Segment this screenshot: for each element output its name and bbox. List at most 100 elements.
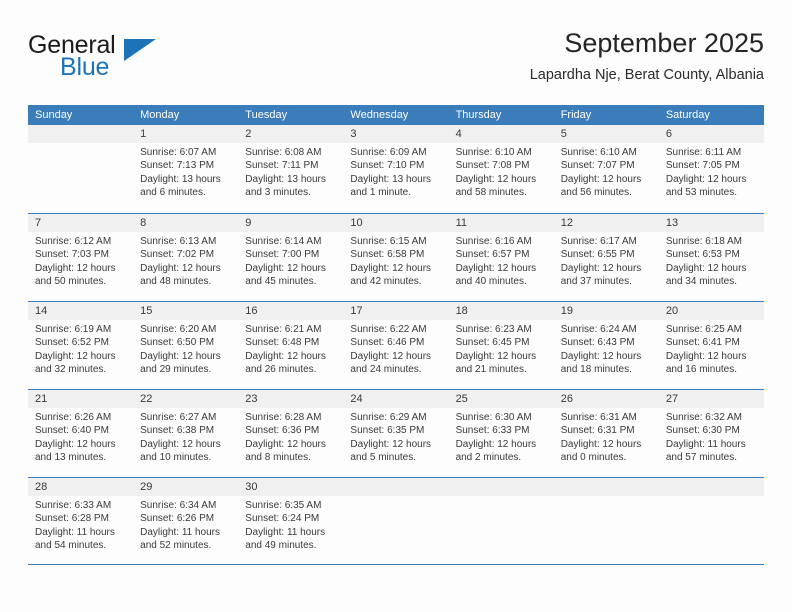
day-number: 5 xyxy=(553,125,659,143)
day-detail-line: Sunrise: 6:26 AM xyxy=(35,412,112,423)
general-blue-logo[interactable]: General Blue xyxy=(28,32,248,90)
day-details: Sunrise: 6:20 AM Sunset: 6:50 PM Daylight:… xyxy=(133,320,238,377)
day-details: Sunrise: 6:33 AM Sunset: 6:28 PM Daylight:… xyxy=(28,496,133,553)
day-detail-line: Sunset: 7:05 PM xyxy=(665,160,740,172)
weekday-header-friday: Friday xyxy=(560,109,592,121)
day-number: 27 xyxy=(658,390,764,408)
weekday-header-tuesday: Tuesday xyxy=(245,109,288,121)
calendar-day-cell-17[interactable]: 17 Sunrise: 6:22 AM Sunset: 6:46 PM Dayligh… xyxy=(343,302,449,389)
day-detail-line: Sunrise: 6:30 AM xyxy=(455,412,532,423)
calendar-day-cell-5[interactable]: 5 Sunrise: 6:10 AM Sunset: 7:07 PM Daylight… xyxy=(553,125,659,213)
day-details: Sunrise: 6:26 AM Sunset: 6:40 PM Daylight:… xyxy=(28,408,133,465)
day-detail-line: Sunrise: 6:32 AM xyxy=(665,412,742,423)
day-detail-line: Sunset: 6:28 PM xyxy=(35,513,109,525)
calendar-day-cell-22[interactable]: 22 Sunrise: 6:27 AM Sunset: 6:38 PM Dayligh… xyxy=(133,390,239,477)
day-number: 21 xyxy=(28,390,134,408)
day-detail-line: Sunset: 6:57 PM xyxy=(455,249,530,261)
day-detail-line: Sunrise: 6:27 AM xyxy=(140,412,217,423)
calendar-day-cell-20[interactable]: 20 Sunrise: 6:25 AM Sunset: 6:41 PM Dayligh… xyxy=(658,302,764,389)
calendar-day-cell-2[interactable]: 2 Sunrise: 6:08 AM Sunset: 7:11 PM Daylight… xyxy=(238,125,344,213)
day-detail-line: Sunset: 7:13 PM xyxy=(140,160,215,172)
day-number: 1 xyxy=(133,125,239,143)
day-number: 7 xyxy=(28,214,134,232)
calendar-day-cell-8[interactable]: 8 Sunrise: 6:13 AM Sunset: 7:02 PM Daylight… xyxy=(133,214,239,301)
calendar-day-cell-14[interactable]: 14 Sunrise: 6:19 AM Sunset: 6:52 PM Dayligh… xyxy=(28,302,134,389)
day-detail-line: Sunset: 7:10 PM xyxy=(350,160,425,172)
calendar-day-cell-6[interactable]: 6 Sunrise: 6:11 AM Sunset: 7:05 PM Daylight… xyxy=(658,125,764,213)
calendar-day-cell-4[interactable]: 4 Sunrise: 6:10 AM Sunset: 7:08 PM Daylight… xyxy=(448,125,554,213)
day-detail-line: Sunrise: 6:29 AM xyxy=(350,412,427,423)
calendar-day-cell-18[interactable]: 18 Sunrise: 6:23 AM Sunset: 6:45 PM Dayligh… xyxy=(448,302,554,389)
day-detail-line: Sunset: 6:55 PM xyxy=(560,249,635,261)
day-detail-line: Sunset: 6:35 PM xyxy=(350,425,425,437)
day-detail-line: Daylight: 12 hours xyxy=(35,438,116,450)
day-detail-line: Daylight: 12 hours xyxy=(350,438,432,450)
day-number xyxy=(448,478,554,496)
calendar-day-cell-16[interactable]: 16 Sunrise: 6:21 AM Sunset: 6:48 PM Dayligh… xyxy=(238,302,344,389)
calendar-day-cell-25[interactable]: 25 Sunrise: 6:30 AM Sunset: 6:33 PM Dayligh… xyxy=(448,390,554,477)
day-details: Sunrise: 6:32 AM Sunset: 6:30 PM Daylight:… xyxy=(659,408,764,465)
day-detail-line: Sunset: 6:30 PM xyxy=(665,425,740,437)
calendar-day-cell-26[interactable]: 26 Sunrise: 6:31 AM Sunset: 6:31 PM Dayligh… xyxy=(553,390,659,477)
day-details: Sunrise: 6:08 AM Sunset: 7:11 PM Daylight:… xyxy=(238,143,343,200)
day-number: 20 xyxy=(658,302,764,320)
day-details: Sunrise: 6:10 AM Sunset: 7:07 PM Daylight:… xyxy=(554,143,659,200)
day-detail-line: Daylight: 12 hours xyxy=(35,350,116,362)
day-detail-line: Daylight: 12 hours xyxy=(560,438,642,450)
day-details: Sunrise: 6:29 AM Sunset: 6:35 PM Daylight:… xyxy=(343,408,448,465)
day-detail-line: Sunrise: 6:15 AM xyxy=(350,236,427,247)
day-detail-line: Sunset: 6:24 PM xyxy=(245,513,320,525)
day-details: Sunrise: 6:23 AM Sunset: 6:45 PM Daylight:… xyxy=(449,320,554,377)
day-details: Sunrise: 6:25 AM Sunset: 6:41 PM Daylight:… xyxy=(659,320,764,377)
day-detail-line: Sunset: 6:43 PM xyxy=(560,337,635,349)
calendar-day-cell-9[interactable]: 9 Sunrise: 6:14 AM Sunset: 7:00 PM Daylight… xyxy=(238,214,344,301)
calendar-day-cell-23[interactable]: 23 Sunrise: 6:28 AM Sunset: 6:36 PM Dayligh… xyxy=(238,390,344,477)
calendar-day-cell-24[interactable]: 24 Sunrise: 6:29 AM Sunset: 6:35 PM Dayligh… xyxy=(343,390,449,477)
day-detail-line: and 6 minutes. xyxy=(140,187,206,199)
calendar-day-cell-7[interactable]: 7 Sunrise: 6:12 AM Sunset: 7:03 PM Daylight… xyxy=(28,214,134,301)
calendar-day-cell-12[interactable]: 12 Sunrise: 6:17 AM Sunset: 6:55 PM Dayligh… xyxy=(553,214,659,301)
calendar-day-cell-empty xyxy=(448,478,554,564)
day-details: Sunrise: 6:17 AM Sunset: 6:55 PM Daylight:… xyxy=(554,232,659,289)
calendar-day-cell-15[interactable]: 15 Sunrise: 6:20 AM Sunset: 6:50 PM Dayligh… xyxy=(133,302,239,389)
day-detail-line: Sunrise: 6:18 AM xyxy=(665,236,742,247)
calendar-day-cell-19[interactable]: 19 Sunrise: 6:24 AM Sunset: 6:43 PM Dayligh… xyxy=(553,302,659,389)
calendar-day-cell-13[interactable]: 13 Sunrise: 6:18 AM Sunset: 6:53 PM Dayligh… xyxy=(658,214,764,301)
calendar-day-cell-3[interactable]: 3 Sunrise: 6:09 AM Sunset: 7:10 PM Daylight… xyxy=(343,125,449,213)
day-detail-line: Sunset: 7:00 PM xyxy=(245,249,320,261)
day-detail-line: Sunrise: 6:25 AM xyxy=(665,324,742,335)
calendar-day-cell-11[interactable]: 11 Sunrise: 6:16 AM Sunset: 6:57 PM Dayligh… xyxy=(448,214,554,301)
day-details: Sunrise: 6:30 AM Sunset: 6:33 PM Daylight:… xyxy=(449,408,554,465)
day-detail-line: Daylight: 12 hours xyxy=(455,350,537,362)
day-detail-line: Daylight: 12 hours xyxy=(665,350,747,362)
day-detail-line: and 52 minutes. xyxy=(140,540,212,552)
day-detail-line: Sunrise: 6:23 AM xyxy=(455,324,532,335)
day-details: Sunrise: 6:12 AM Sunset: 7:03 PM Daylight:… xyxy=(28,232,133,289)
weekday-header-row: Sunday Monday Tuesday Wednesday Thursday Frid… xyxy=(28,105,764,125)
day-details xyxy=(554,496,659,499)
day-detail-line: Sunrise: 6:12 AM xyxy=(35,236,112,247)
day-detail-line: Sunrise: 6:20 AM xyxy=(140,324,217,335)
day-detail-line: Sunset: 6:31 PM xyxy=(560,425,635,437)
day-detail-line: Sunset: 6:38 PM xyxy=(140,425,215,437)
day-number: 6 xyxy=(658,125,764,143)
day-detail-line: and 10 minutes. xyxy=(140,452,212,464)
calendar-day-cell-10[interactable]: 10 Sunrise: 6:15 AM Sunset: 6:58 PM Dayligh… xyxy=(343,214,449,301)
calendar-day-cell-28[interactable]: 28 Sunrise: 6:33 AM Sunset: 6:28 PM Dayligh… xyxy=(28,478,134,564)
day-details: Sunrise: 6:21 AM Sunset: 6:48 PM Daylight:… xyxy=(238,320,343,377)
day-detail-line: Sunset: 6:33 PM xyxy=(455,425,530,437)
calendar-day-cell-30[interactable]: 30 Sunrise: 6:35 AM Sunset: 6:24 PM Dayligh… xyxy=(238,478,344,564)
day-detail-line: and 53 minutes. xyxy=(665,187,738,199)
day-detail-line: Daylight: 12 hours xyxy=(665,262,747,274)
calendar-day-cell-1[interactable]: 1 Sunrise: 6:07 AM Sunset: 7:13 PM Daylight… xyxy=(133,125,239,213)
day-number: 28 xyxy=(28,478,134,496)
calendar-day-cell-29[interactable]: 29 Sunrise: 6:34 AM Sunset: 6:26 PM Dayligh… xyxy=(133,478,239,564)
day-number: 30 xyxy=(238,478,344,496)
day-detail-line: and 18 minutes. xyxy=(560,364,632,376)
day-number xyxy=(28,125,134,143)
day-detail-line: Sunset: 6:45 PM xyxy=(455,337,530,349)
day-detail-line: Daylight: 11 hours xyxy=(245,526,326,538)
day-detail-line: Daylight: 12 hours xyxy=(560,350,642,362)
calendar-day-cell-21[interactable]: 21 Sunrise: 6:26 AM Sunset: 6:40 PM Dayligh… xyxy=(28,390,134,477)
calendar-day-cell-27[interactable]: 27 Sunrise: 6:32 AM Sunset: 6:30 PM Dayligh… xyxy=(658,390,764,477)
